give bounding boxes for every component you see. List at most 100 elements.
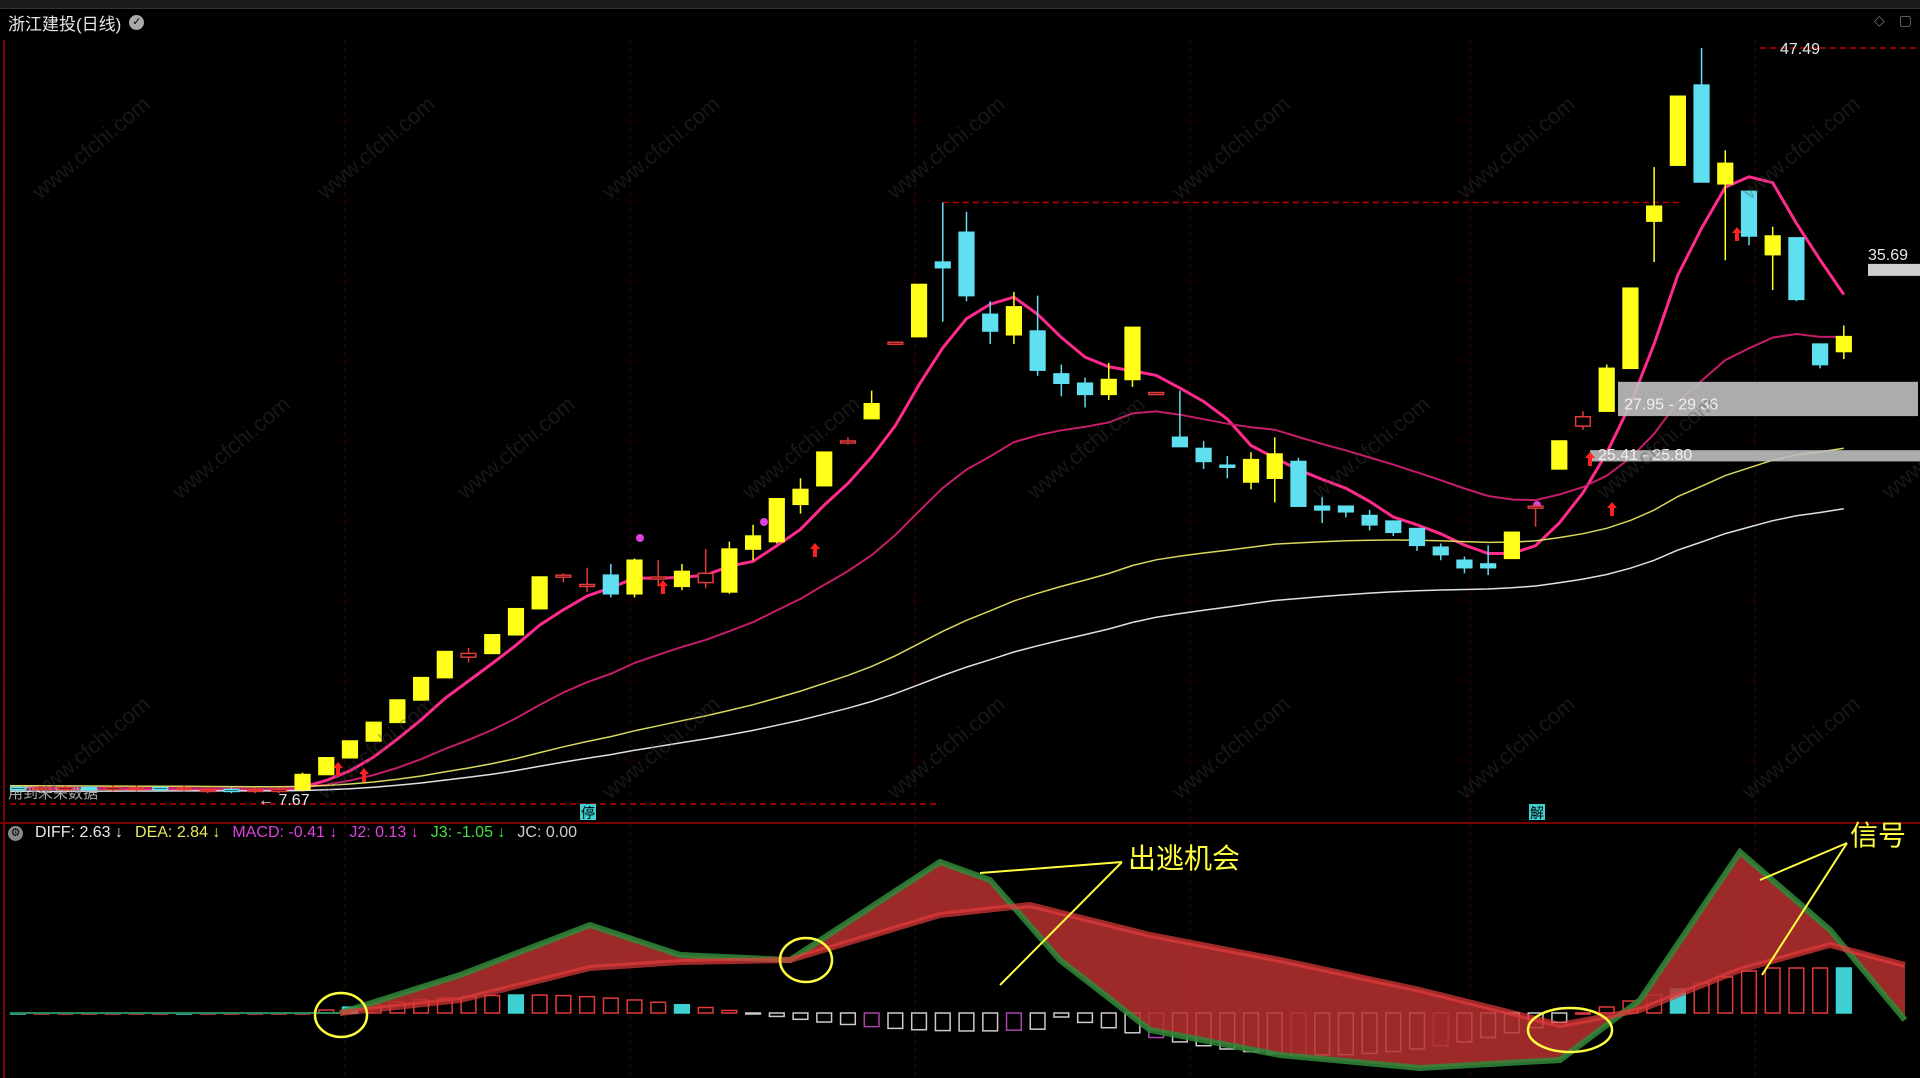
candle — [721, 541, 738, 594]
candle-body — [199, 788, 216, 793]
candle — [1812, 343, 1829, 369]
ma-mid-line — [17, 332, 1844, 790]
macd-bar — [697, 1006, 714, 1014]
signal-annotation: 信号 — [1850, 819, 1906, 852]
candle — [697, 549, 714, 589]
candle-body — [460, 652, 477, 658]
candle — [816, 451, 833, 487]
candle-body — [1527, 505, 1544, 509]
macd-bar — [507, 994, 525, 1014]
candle-body — [436, 650, 453, 679]
candle-body — [1195, 447, 1212, 463]
candle-body — [816, 451, 833, 487]
settings-icon[interactable]: ⚙ — [8, 825, 23, 841]
candle-body — [910, 283, 928, 338]
candle — [626, 558, 643, 598]
candle — [1385, 520, 1402, 537]
watermark: www.cfchi.com — [1451, 91, 1579, 204]
candle — [887, 341, 904, 345]
candle — [578, 567, 596, 592]
halt-marker: 停 — [581, 805, 595, 821]
macd-bar — [555, 994, 572, 1014]
candle-body — [175, 786, 193, 791]
indicator-legend-item: MACD: -0.41 ↓ — [232, 824, 338, 841]
candle-body — [958, 231, 975, 297]
candle-body — [1764, 235, 1781, 256]
low-price-label: ← 7.67 — [258, 792, 310, 809]
candle-body — [1812, 343, 1829, 366]
candle — [1551, 440, 1568, 470]
candle — [484, 634, 501, 655]
last-price-label: 35.69 — [1868, 247, 1908, 264]
candle-body — [1432, 546, 1449, 556]
indicator-panel — [9, 847, 1908, 1072]
macd-bar — [1788, 967, 1805, 1014]
candle-body — [152, 786, 169, 791]
macd-bar — [1764, 967, 1781, 1014]
macd-bar — [650, 1001, 667, 1014]
candle — [507, 607, 525, 636]
candle-body — [81, 786, 98, 791]
macd-bar — [934, 1012, 951, 1032]
indicator-legend-item: J2: 0.13 ↓ — [349, 824, 419, 841]
candle-body — [1314, 505, 1331, 511]
candle-body — [270, 788, 287, 793]
candle-body — [223, 788, 240, 793]
watermark: www.cfchi.com — [1736, 91, 1864, 204]
candle-body — [578, 583, 596, 588]
candle — [863, 390, 880, 420]
candle-body — [1693, 84, 1710, 183]
candle — [1029, 295, 1046, 376]
candle — [1242, 452, 1260, 490]
candle — [531, 576, 548, 610]
macd-bar — [1005, 1012, 1023, 1032]
macd-bar — [1100, 1012, 1117, 1029]
candle — [1432, 543, 1449, 561]
candle — [839, 437, 857, 445]
candle-body — [1005, 306, 1023, 336]
macd-bar — [1574, 1012, 1592, 1015]
macd-bar — [673, 1004, 691, 1014]
candle-body — [1385, 520, 1402, 534]
candle — [1171, 390, 1188, 448]
escape-annotation: 出逃机会 — [1128, 842, 1240, 875]
watermark: www.cfchi.com — [311, 91, 439, 204]
buy-arrow — [1732, 227, 1742, 241]
indicator-legend-item: JC: 0.00 — [517, 824, 577, 841]
watermark: www.cfchi.com — [1166, 691, 1294, 804]
candle — [1764, 226, 1781, 291]
candle — [1361, 509, 1378, 531]
escape-pointer — [979, 861, 1123, 874]
candle-body — [982, 313, 999, 332]
candle-body — [1337, 505, 1354, 513]
candle — [1148, 391, 1165, 396]
candle — [294, 772, 311, 792]
candle — [602, 563, 619, 598]
macd-bar — [1835, 967, 1852, 1014]
macd-bar — [1812, 967, 1829, 1014]
candle — [958, 211, 975, 302]
watermark: www.cfchi.com — [26, 91, 154, 204]
candle — [910, 283, 928, 338]
candle-body — [507, 607, 525, 636]
watermark: www.cfchi.com — [1306, 391, 1434, 504]
candle-body — [934, 261, 951, 269]
macd-bar — [531, 994, 548, 1014]
ma-short-line — [17, 175, 1846, 792]
macd-bar — [1598, 1006, 1615, 1014]
candle — [1266, 437, 1283, 503]
candle — [1646, 167, 1663, 263]
macd-bar — [721, 1009, 738, 1014]
candle-body — [1053, 373, 1070, 384]
candle — [1290, 457, 1307, 507]
macd-bar — [484, 994, 501, 1014]
candle-body — [1551, 440, 1568, 470]
candle-body — [484, 634, 501, 655]
candle-body — [1124, 326, 1141, 381]
candle-body — [104, 786, 121, 791]
candle-body — [128, 786, 145, 791]
kline-chart[interactable]: 47.4935.69← 7.6727.95 - 29.3625.41 - 25.… — [0, 0, 1920, 1078]
candle — [1788, 237, 1805, 302]
buy-arrow — [658, 580, 668, 594]
candle — [1574, 411, 1592, 430]
